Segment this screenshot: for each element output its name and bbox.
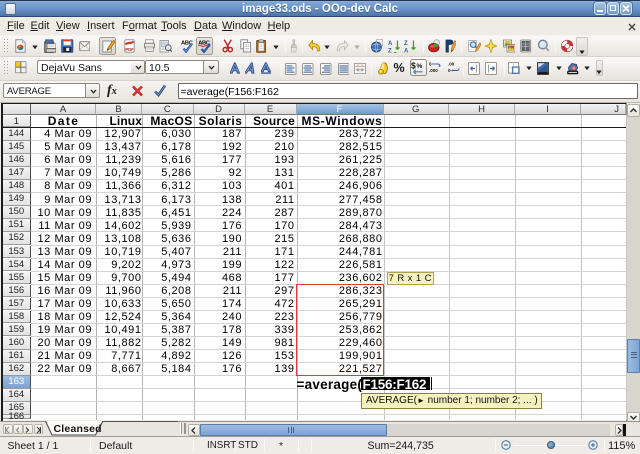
- svg-text:0: 0: [429, 62, 432, 67]
- svg-text:Z: Z: [388, 48, 392, 53]
- svg-text:A: A: [388, 40, 393, 46]
- svg-text:$: $: [411, 61, 416, 71]
- svg-text:.000: .000: [429, 68, 438, 73]
- svg-text:0: 0: [448, 68, 451, 73]
- svg-text:PDF: PDF: [125, 47, 134, 52]
- svg-text:A: A: [404, 48, 409, 53]
- svg-text:%: %: [417, 63, 423, 70]
- svg-text:.00: .00: [448, 62, 455, 67]
- svg-text:Z: Z: [404, 40, 408, 46]
